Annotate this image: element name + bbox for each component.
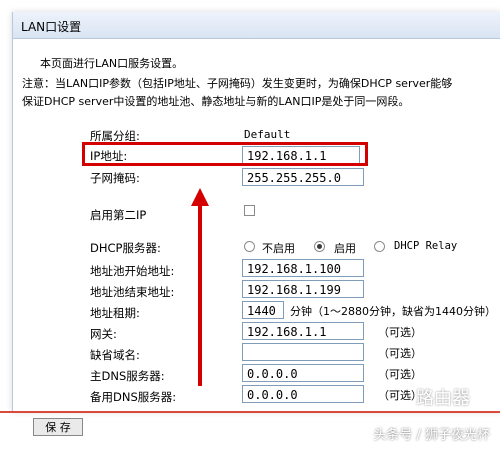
primary-dns-input[interactable]: 0.0.0.0 (242, 364, 364, 382)
secondary-dns-label: 备用DNS服务器: (90, 390, 177, 404)
gateway-optional: （可选） (378, 326, 422, 339)
watermark-caption: 头条号 / 狮子夜光杯 (373, 428, 490, 443)
up-arrow-icon (191, 188, 209, 386)
subnet-mask-input[interactable]: 255.255.255.0 (242, 168, 364, 186)
watermark-logo: 路由器 (416, 388, 470, 409)
dhcp-enable-radio[interactable] (314, 241, 325, 252)
pool-start-label: 地址池开始地址: (90, 264, 175, 278)
panel-title: LAN口设置 (21, 20, 82, 34)
dhcp-relay-radio[interactable] (374, 241, 385, 252)
dhcp-label: DHCP服务器: (90, 241, 161, 255)
primary-dns-optional: （可选） (378, 368, 422, 381)
gateway-label: 网关: (90, 327, 117, 341)
pool-end-input[interactable]: 192.168.1.199 (242, 280, 364, 298)
dhcp-relay-label: DHCP Relay (394, 240, 458, 252)
panel-title-bar: LAN口设置 (13, 12, 500, 39)
lease-input[interactable]: 1440 (242, 301, 284, 319)
gateway-input[interactable]: 192.168.1.1 (242, 322, 364, 340)
primary-dns-label: 主DNS服务器: (90, 369, 165, 383)
ip-highlight-box (82, 142, 368, 166)
footer-divider (0, 411, 500, 413)
second-ip-checkbox[interactable] (244, 205, 255, 216)
pool-start-input[interactable]: 192.168.1.100 (242, 259, 364, 277)
lease-label: 地址租期: (90, 306, 140, 320)
second-ip-label: 启用第二IP (90, 208, 147, 222)
dhcp-disable-radio[interactable] (244, 241, 255, 252)
domain-input[interactable] (242, 343, 364, 361)
pool-end-label: 地址池结束地址: (90, 285, 175, 299)
lease-hint: 分钟（1～2880分钟，缺省为1440分钟） (290, 305, 496, 318)
domain-label: 缺省域名: (90, 348, 140, 362)
save-button[interactable]: 保 存 (33, 418, 83, 436)
dhcp-disable-label: 不启用 (262, 242, 295, 255)
domain-optional: （可选） (378, 347, 422, 360)
note-line-1: 注意：当LAN口IP参数（包括IP地址、子网掩码）发生变更时，为确保DHCP s… (22, 77, 453, 90)
intro-text: 本页面进行LAN口服务设置。 (40, 57, 184, 70)
dhcp-enable-label: 启用 (334, 242, 356, 255)
secondary-dns-input[interactable]: 0.0.0.0 (242, 385, 364, 403)
group-value: Default (244, 128, 291, 141)
subnet-mask-label: 子网掩码: (90, 171, 140, 185)
note-line-2: 保证DHCP server中设置的地址池、静态地址与新的LAN口IP是处于同一网… (22, 95, 410, 108)
